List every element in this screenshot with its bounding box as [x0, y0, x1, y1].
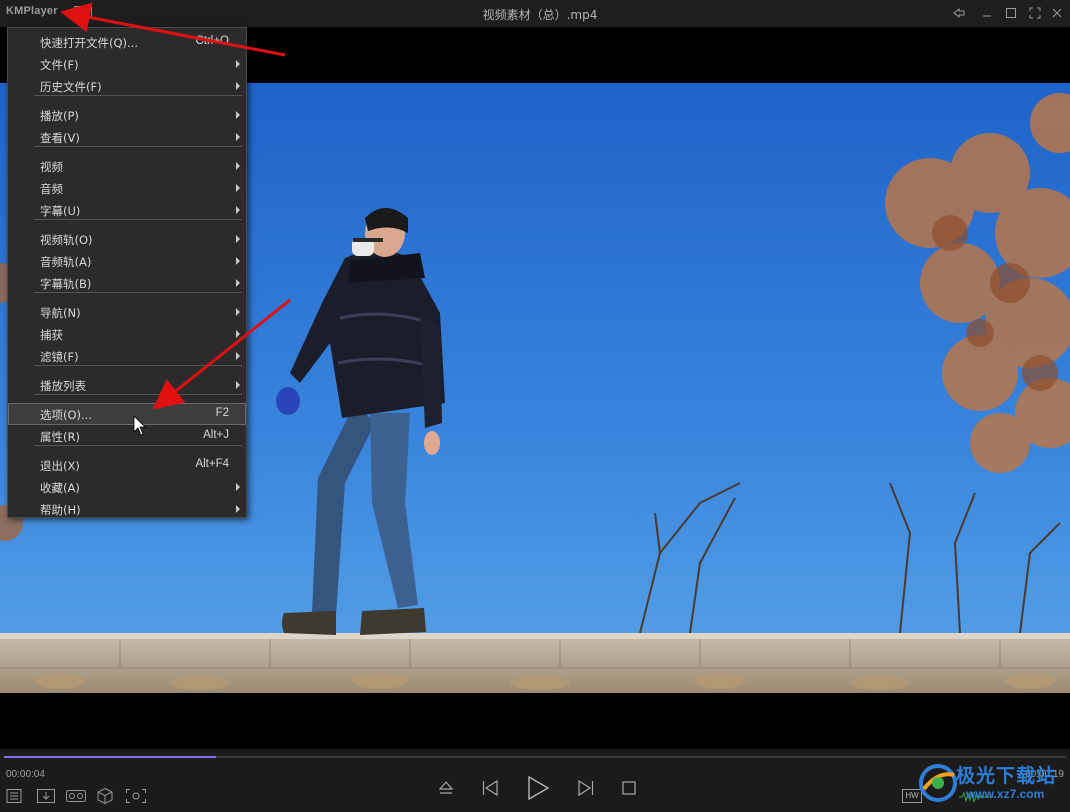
maximize-icon[interactable]	[1004, 6, 1018, 20]
next-icon[interactable]	[576, 779, 596, 801]
menu-item-label: 字幕(U)	[40, 204, 81, 218]
seek-bar-fill	[4, 756, 217, 758]
submenu-arrow-icon	[236, 257, 240, 265]
playlist-icon[interactable]	[5, 788, 23, 808]
control-bar: 00:00:04 00:00:19 HW	[0, 749, 1070, 812]
submenu-arrow-icon	[236, 184, 240, 192]
menu-item-label: 播放(P)	[40, 109, 79, 123]
menu-item-label: 导航(N)	[40, 306, 81, 320]
menu-item-label: 滤镜(F)	[40, 350, 79, 364]
menu-item-shortcut: F2	[215, 407, 229, 419]
submenu-arrow-icon	[236, 60, 240, 68]
menu-item-label: 视频	[40, 160, 63, 174]
menu-item[interactable]: 属性(R) Alt+J	[9, 426, 245, 446]
menu-item-label: 历史文件(F)	[40, 80, 102, 94]
menu-item-label: 文件(F)	[40, 58, 79, 72]
menu-item-label: 查看(V)	[40, 131, 80, 145]
menu-item-label: 退出(X)	[40, 459, 80, 473]
menu-item-shortcut: Alt+J	[203, 429, 229, 441]
submenu-arrow-icon	[236, 82, 240, 90]
menu-item[interactable]: 视频轨(O)	[9, 229, 245, 249]
menu-item[interactable]: 视频	[9, 156, 245, 176]
submenu-arrow-icon	[236, 381, 240, 389]
fullscreen-icon[interactable]	[1028, 6, 1042, 20]
menu-item-label: 属性(R)	[40, 430, 80, 444]
menu-item-label: 音频	[40, 182, 63, 196]
play-icon[interactable]	[525, 775, 551, 805]
menu-item-label: 播放列表	[40, 379, 86, 393]
title-bar: KMPlayer 视频素材（总）.mp4	[0, 0, 1070, 27]
menu-item[interactable]: 字幕轨(B)	[9, 273, 245, 293]
submenu-arrow-icon	[236, 505, 240, 513]
menu-item[interactable]: 文件(F)	[9, 54, 245, 74]
context-menu: 快速打开文件(Q)... Ctrl+O 文件(F) 历史文件(F) 播放(P) 查看(V)…	[7, 27, 247, 518]
menu-item[interactable]: 音频轨(A)	[9, 251, 245, 271]
window-title: 视频素材（总）.mp4	[482, 8, 598, 22]
menu-item-label: 字幕轨(B)	[40, 277, 92, 291]
menu-item[interactable]: 快速打开文件(Q)... Ctrl+O	[9, 32, 245, 52]
menu-item-label: 帮助(H)	[40, 503, 81, 517]
submenu-arrow-icon	[236, 133, 240, 141]
submenu-arrow-icon	[236, 111, 240, 119]
watermark-text: 极光下载站	[956, 765, 1057, 787]
menu-item[interactable]: 导航(N)	[9, 302, 245, 322]
menu-item-label: 视频轨(O)	[40, 233, 93, 247]
menu-item-label: 快速打开文件(Q)...	[40, 36, 138, 50]
menu-item[interactable]: 退出(X) Alt+F4	[9, 455, 245, 475]
submenu-arrow-icon	[236, 483, 240, 491]
capture-icon[interactable]	[125, 788, 147, 808]
menu-item[interactable]: 字幕(U)	[9, 200, 245, 220]
menu-item[interactable]: 历史文件(F)	[9, 76, 245, 96]
menu-item[interactable]: 捕获	[9, 324, 245, 344]
menu-item[interactable]: 帮助(H)	[9, 499, 245, 519]
watermark-logo-icon	[919, 764, 957, 802]
current-time: 00:00:04	[6, 769, 45, 780]
menu-item-label: 音频轨(A)	[40, 255, 92, 269]
seek-bar[interactable]	[4, 756, 1066, 758]
minimize-icon[interactable]	[980, 6, 994, 20]
vr-glasses-icon[interactable]	[65, 788, 87, 808]
menu-item[interactable]: 播放(P)	[9, 105, 245, 125]
submenu-arrow-icon	[236, 279, 240, 287]
submenu-arrow-icon	[236, 330, 240, 338]
menu-item[interactable]: 查看(V)	[9, 127, 245, 147]
submenu-arrow-icon	[236, 308, 240, 316]
menu-item-shortcut: Ctrl+O	[195, 35, 229, 47]
download-icon[interactable]	[36, 788, 56, 808]
stop-icon[interactable]	[621, 780, 637, 800]
menu-item[interactable]: 播放列表	[9, 375, 245, 395]
watermark-url: www.xz7.com	[966, 787, 1045, 801]
menu-item-shortcut: Alt+F4	[195, 458, 229, 470]
menu-item[interactable]: 收藏(A)	[9, 477, 245, 497]
submenu-arrow-icon	[236, 235, 240, 243]
submenu-arrow-icon	[236, 206, 240, 214]
submenu-arrow-icon	[236, 162, 240, 170]
menu-item[interactable]: 选项(O)... F2	[8, 403, 246, 425]
watermark: 极光下载站 www.xz7.com	[918, 761, 1068, 805]
menu-item[interactable]: 滤镜(F)	[9, 346, 245, 366]
close-icon[interactable]	[1050, 6, 1064, 20]
menu-item[interactable]: 音频	[9, 178, 245, 198]
menu-item-label: 捕获	[40, 328, 63, 342]
submenu-arrow-icon	[236, 352, 240, 360]
menu-item-label: 收藏(A)	[40, 481, 80, 495]
menu-item-label: 选项(O)...	[40, 408, 92, 422]
eject-icon[interactable]	[437, 779, 455, 801]
3d-cube-icon[interactable]	[96, 787, 114, 809]
pin-icon[interactable]	[952, 6, 966, 20]
previous-icon[interactable]	[480, 779, 500, 801]
